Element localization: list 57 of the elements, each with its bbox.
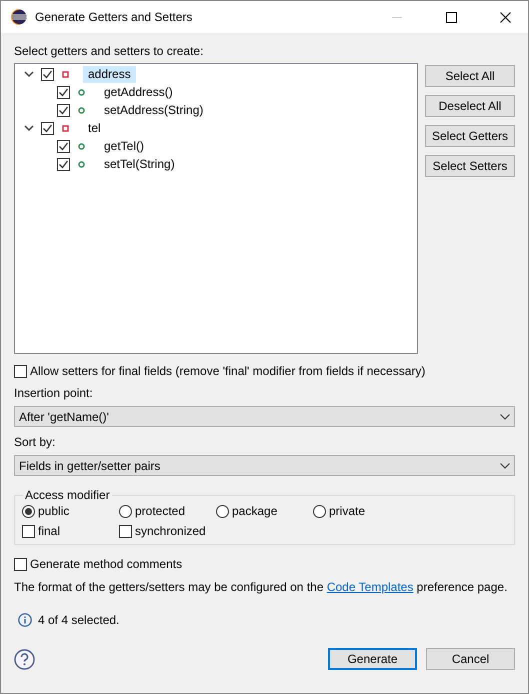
checkbox[interactable] (57, 104, 70, 116)
info-icon (18, 613, 32, 627)
tree-item[interactable]: getTel() (99, 138, 150, 154)
group-title: Access modifier (24, 488, 111, 502)
radio-label: public (38, 504, 70, 518)
maximize-icon[interactable] (446, 12, 456, 22)
tree-item[interactable]: getAddress() (99, 84, 178, 100)
method-icon (78, 160, 85, 168)
radio-button[interactable] (119, 504, 132, 518)
checkbox[interactable] (41, 68, 54, 80)
insertion-point-dropdown[interactable]: After 'getName()' (14, 406, 515, 427)
field-icon (62, 70, 69, 78)
select-button[interactable]: Select All (425, 65, 515, 87)
select-button[interactable]: Deselect All (425, 95, 515, 117)
select-button[interactable]: Select Getters (425, 125, 515, 147)
sort-by-dropdown[interactable]: Fields in getter/setter pairs (14, 455, 515, 476)
radio-button[interactable] (313, 504, 326, 518)
close-icon[interactable] (500, 12, 510, 22)
window-title: Generate Getters and Setters (35, 10, 194, 24)
checkbox[interactable] (22, 524, 35, 538)
checkbox[interactable] (57, 86, 70, 98)
method-icon (78, 106, 85, 114)
help-icon[interactable] (14, 648, 35, 670)
checkbox-label: Allow setters for final fields (remove 'final' modifier from fields if necessary) (30, 364, 426, 378)
field-label: Insertion point: (14, 385, 94, 401)
dialog-button[interactable]: Cancel (426, 648, 515, 670)
checkbox[interactable] (41, 122, 54, 134)
dropdown-chevron-icon (500, 414, 510, 420)
radio-label: protected (135, 504, 186, 518)
dropdown-chevron-icon (500, 462, 510, 468)
radio-label: private (329, 504, 366, 518)
checkbox[interactable] (57, 140, 70, 152)
checkbox[interactable] (119, 524, 132, 538)
method-icon (78, 88, 85, 96)
tree-label: Select getters and setters to create: (14, 43, 204, 59)
tree-item[interactable]: tel (83, 120, 106, 136)
method-icon (78, 142, 85, 150)
field-icon (62, 124, 69, 132)
code-templates-link[interactable]: Code Templates (326, 580, 414, 594)
app-logo-icon (11, 9, 27, 25)
radio-button[interactable] (22, 504, 35, 518)
checkbox[interactable] (14, 558, 27, 570)
field-label: Sort by: (14, 434, 56, 450)
checkbox[interactable] (14, 364, 27, 378)
checkbox-label: Generate method comments (30, 557, 182, 571)
tree-item[interactable]: address (83, 66, 136, 82)
format-note: The format of the getters/setters may be configured on the Code Templates preference page. (14, 579, 508, 595)
dialog-button[interactable]: Generate (328, 648, 417, 670)
checkbox[interactable] (57, 158, 70, 170)
tree-item[interactable]: setTel(String) (99, 156, 180, 172)
checkbox-label: final (38, 524, 60, 538)
checkbox-label: synchronized (135, 524, 206, 538)
tree-item[interactable]: setAddress(String) (99, 102, 208, 118)
radio-label: package (232, 504, 278, 518)
radio-button[interactable] (216, 504, 229, 518)
select-button[interactable]: Select Setters (425, 155, 515, 177)
status-text: 4 of 4 selected. (38, 613, 120, 627)
